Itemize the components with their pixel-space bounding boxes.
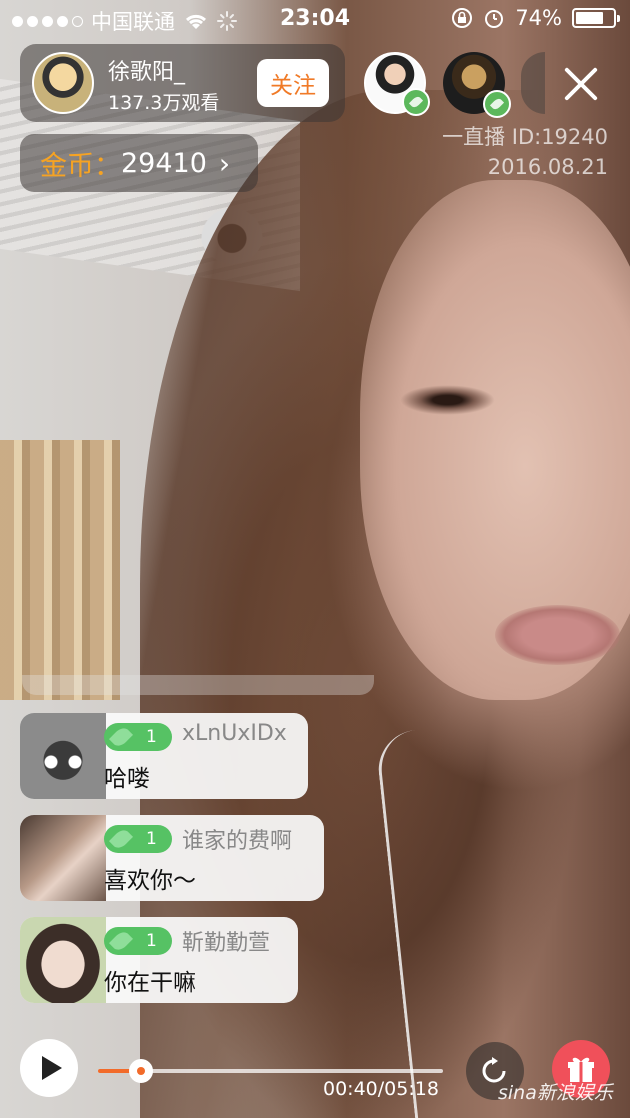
follow-button[interactable]: 关注 (257, 59, 329, 107)
sina-watermark: sina新浪娱乐 (498, 1082, 613, 1104)
chat-avatar[interactable] (20, 815, 106, 901)
host-avatar[interactable] (32, 52, 94, 114)
rotation-lock-icon (452, 8, 473, 28)
chat-message[interactable]: 1 xLnUxIDx 哈喽 (20, 713, 308, 799)
play-icon[interactable] (20, 1039, 78, 1097)
level-badge (402, 88, 430, 116)
level-badge: 1 (104, 927, 172, 955)
level-badge: 1 (104, 825, 172, 853)
coins-label: 金币： (40, 150, 121, 182)
leaf-icon (108, 826, 134, 852)
chat-message-faded (22, 675, 374, 695)
battery-percent: 74% (515, 6, 562, 30)
stream-id: 一直播 ID:19240 (442, 125, 608, 149)
host-card[interactable]: 徐歌阳_ 137.3万观看 关注 (20, 44, 345, 122)
leaf-icon (489, 96, 505, 112)
chat-nickname: 谁家的费啊 (182, 829, 293, 854)
viewer-count: 137.3万观看 (108, 92, 220, 114)
streamer-eye (400, 385, 495, 415)
chat-text: 喜欢你～ (104, 868, 196, 894)
progress-knob[interactable] (129, 1059, 153, 1083)
chat-avatar[interactable] (20, 713, 106, 799)
level-badge: 1 (104, 723, 172, 751)
chat-text: 哈喽 (104, 766, 150, 792)
viewer-avatar[interactable] (443, 52, 511, 118)
chat-nickname: xLnUxIDx (182, 721, 287, 746)
chat-message[interactable]: 1 谁家的费啊 喜欢你～ (20, 815, 324, 901)
status-bar: 中国联通 23:04 74% (0, 0, 630, 40)
viewer-avatar[interactable] (364, 52, 430, 116)
coins-button[interactable]: 金币： 29410 › (20, 134, 258, 192)
chat-text: 你在干嘛 (104, 970, 196, 996)
leaf-icon (408, 94, 424, 110)
level-badge (483, 90, 511, 118)
leaf-icon (108, 724, 134, 750)
leaf-icon (108, 928, 134, 954)
coins-value: 29410 (121, 147, 207, 179)
chevron-right-icon: › (218, 146, 231, 180)
chat-nickname: 靳勤勤萱 (182, 931, 271, 956)
stream-date: 2016.08.21 (487, 155, 608, 179)
battery-fill (576, 12, 603, 24)
close-icon[interactable] (553, 56, 609, 112)
stream-watermark: 一直播 ID:19240 2016.08.21 (442, 122, 608, 182)
battery-icon (572, 8, 620, 28)
streamer-lips (495, 605, 620, 665)
host-name: 徐歌阳_ (108, 60, 186, 85)
chat-avatar[interactable] (20, 917, 106, 1003)
playback-time: 00:40/05:18 (323, 1078, 439, 1100)
chat-message[interactable]: 1 靳勤勤萱 你在干嘛 (20, 917, 298, 1003)
alarm-icon (485, 10, 504, 28)
wood-panel (0, 440, 120, 700)
